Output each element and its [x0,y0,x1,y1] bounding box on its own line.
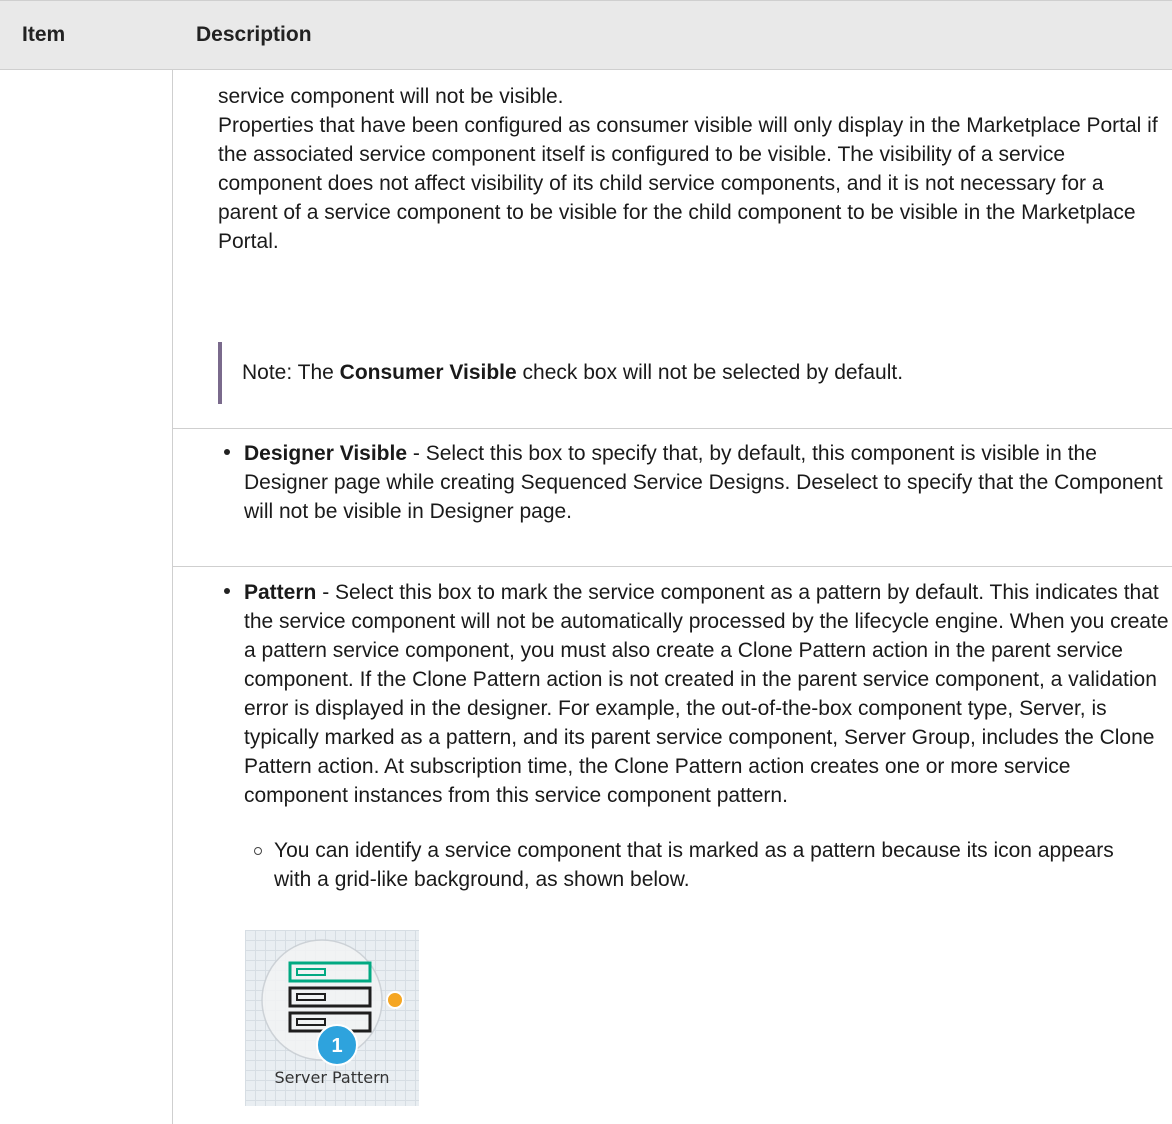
header-description: Description [196,23,312,46]
description-line-1: service component will not be visible. [218,85,564,108]
bullet-text: - Select this box to mark the service co… [244,581,1169,807]
bullet-pattern: Pattern - Select this box to mark the se… [244,578,1169,810]
sub-bullet-text: You can identify a service component tha… [274,839,1114,891]
bullet-title: Pattern [244,581,317,604]
header-item: Item [22,23,66,46]
server-pattern-figure: 1 Server Pattern [245,930,419,1106]
bullet-marker [224,588,234,598]
note-bold: Consumer Visible [339,361,517,384]
figure-label: Server Pattern [274,1068,390,1087]
server-pattern-icon: 1 [261,939,404,1066]
properties-table: Item Description service component will … [0,0,1172,1124]
bullet-marker [224,449,234,459]
row-divider [172,428,1172,429]
sub-bullet-marker [254,847,266,859]
status-dot [386,991,404,1009]
note-prefix: Note: The [242,361,340,384]
note-suffix: check box will not be selected by defaul… [516,361,904,384]
description-paragraph: Properties that have been configured as … [218,114,1158,253]
column-divider [172,70,173,1124]
bullet-title: Designer Visible [244,442,408,465]
note-block: Note: The Consumer Visible check box wil… [218,342,1118,404]
count-badge-text: 1 [331,1035,342,1057]
table-header: Item Description [0,0,1172,70]
bullet-designer-visible: Designer Visible - Select this box to sp… [244,439,1164,526]
row-divider [172,566,1172,567]
